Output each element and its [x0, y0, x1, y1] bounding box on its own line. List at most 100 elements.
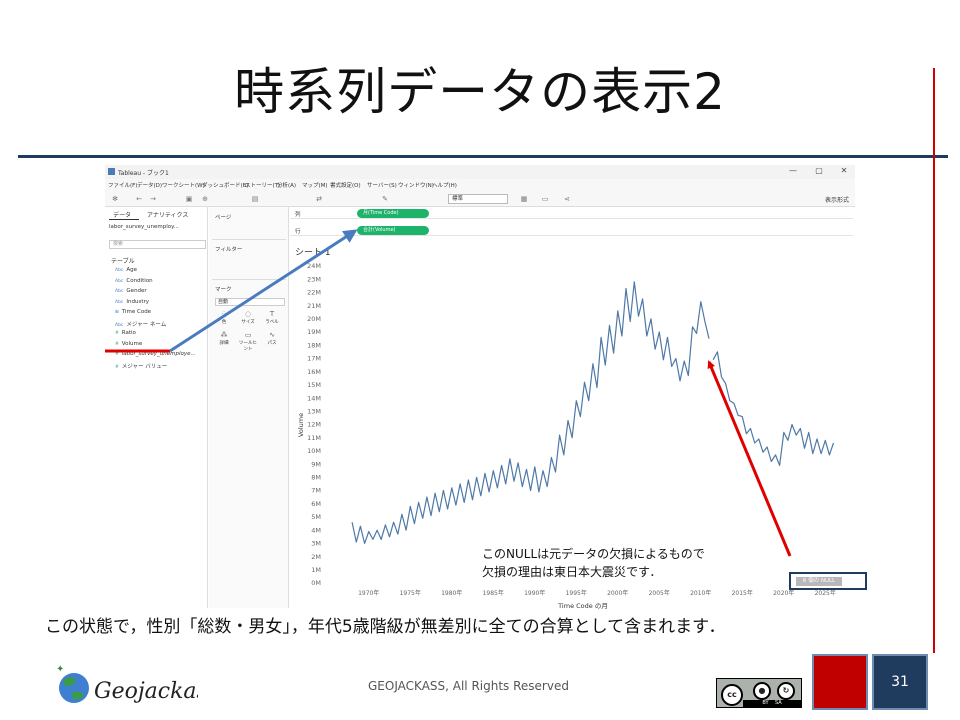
tables-heading: テーブル — [111, 258, 135, 265]
window-titlebar: Tableau - ブック1 — ▢ ✕ — [105, 165, 855, 179]
show-me-button[interactable]: 表示形式 — [825, 195, 849, 204]
mark-button-icon: ◌ — [244, 310, 252, 318]
rows-pill[interactable]: 合計(Volume) — [357, 226, 429, 235]
logo-wordmark: Geojackass — [94, 679, 198, 704]
undo-icon[interactable]: ← — [135, 195, 143, 203]
tab-data[interactable]: データ — [113, 210, 131, 219]
menu-worksheet[interactable]: ワークシート(W) — [162, 181, 205, 189]
redo-icon[interactable]: → — [149, 195, 157, 203]
presentation-icon[interactable]: ▭ — [541, 195, 549, 203]
rows-shelf[interactable]: 行 合計(Volume) — [290, 225, 853, 236]
cards-pane: ページ フィルター マーク 自動 ⁘ 色 ◌ サイズ T ラベル ⁂ 詳細 ▭ ツールヒント ∿ パス — [209, 207, 289, 608]
filters-card-title: フィルター — [215, 247, 243, 253]
dimension-type-icon: ⊞ — [115, 310, 119, 315]
menu-file[interactable]: ファイル(F) — [108, 181, 137, 189]
geojackass-logo: ✦ Geojackass — [48, 658, 219, 714]
field-item[interactable]: # Volume — [115, 341, 142, 347]
field-item[interactable]: Abc メジャー ネーム — [115, 320, 166, 328]
share-icon[interactable]: ⋖ — [563, 195, 571, 203]
footer-copyright: GEOJACKASS, All Rights Reserved — [368, 679, 569, 693]
field-item[interactable]: ⊞ Time Code — [115, 309, 151, 315]
title-divider — [18, 155, 948, 158]
dimension-type-icon: Abc — [115, 268, 124, 273]
dimension-type-icon: Abc — [115, 322, 124, 328]
pages-card-title: ページ — [215, 215, 232, 221]
field-name: Volume — [121, 340, 143, 347]
annotation-line-2: 欠損の理由は東日本大震災です． — [482, 565, 662, 579]
tableau-logo-icon[interactable]: ✻ — [111, 195, 119, 203]
cc-by-sa-badge: cc ● ↻ BY SA — [716, 678, 802, 708]
sheet-title: シート 1 — [295, 248, 331, 258]
tableau-app-icon — [108, 168, 115, 175]
null-indicator-highlight: 6 個の NULL — [789, 572, 867, 590]
mark-button-label: パス — [267, 341, 277, 346]
menu-bar: ファイル(F) データ(D) ワークシート(W) ダッシュボード(B) ストーリ… — [105, 179, 855, 191]
field-name: Industry — [126, 298, 150, 305]
menu-server[interactable]: サーバー(S) — [367, 181, 397, 189]
mark-button-label: 色 — [221, 320, 227, 325]
swap-icon[interactable]: ⇄ — [315, 195, 323, 203]
field-name: Age — [126, 267, 138, 273]
mark-button[interactable]: T ラベル — [261, 310, 283, 327]
data-pane: データ アナリティクス labor_survey_unemploy... 検索 … — [105, 207, 208, 608]
field-item[interactable]: Abc Industry — [115, 299, 149, 305]
menu-data[interactable]: データ(D) — [137, 181, 162, 189]
mark-button[interactable]: ◌ サイズ — [237, 310, 259, 327]
field-item[interactable]: Abc Condition — [115, 278, 153, 284]
menu-story[interactable]: ストーリー(T) — [245, 181, 280, 189]
license-strip: BY SA — [743, 700, 801, 707]
save-icon[interactable]: ▣ — [185, 195, 193, 203]
highlight-icon[interactable]: ✎ — [381, 195, 389, 203]
mark-button[interactable]: ⁂ 詳細 — [213, 331, 235, 348]
minimize-button[interactable]: — — [787, 166, 799, 175]
menu-help[interactable]: ヘルプ(H) — [432, 181, 457, 189]
tab-analytics[interactable]: アナリティクス — [147, 210, 188, 219]
new-datasource-icon[interactable]: ⊕ — [201, 195, 209, 203]
new-sheet-icon[interactable]: ▤ — [251, 195, 259, 203]
annotation-line-1: このNULLは元データの欠損によるもので — [482, 547, 705, 561]
fit-select[interactable]: 標準 — [448, 194, 508, 204]
columns-shelf-label: 列 — [295, 212, 301, 218]
field-item[interactable]: # labor_survey_unemploye... — [115, 351, 196, 357]
show-cards-icon[interactable]: ▦ — [520, 195, 528, 203]
slide-caption: この状態で，性別「総数・男女」，年代5歳階級が無差別に全ての合算として含まれます… — [45, 617, 726, 637]
field-name: メジャー バリュー — [121, 363, 168, 370]
field-item[interactable]: # メジャー バリュー — [115, 362, 167, 370]
field-item[interactable]: Abc Gender — [115, 288, 147, 294]
field-name: Gender — [126, 288, 147, 294]
license-sa-label: SA — [774, 700, 782, 706]
menu-dashboard[interactable]: ダッシュボード(B) — [202, 181, 249, 189]
svg-text:✦: ✦ — [56, 664, 64, 675]
columns-pill[interactable]: 月(Time Code) — [357, 209, 429, 218]
field-search-input[interactable]: 検索 — [109, 240, 206, 249]
close-button[interactable]: ✕ — [838, 166, 850, 175]
mark-button-label: ツールヒント — [239, 341, 257, 352]
columns-shelf[interactable]: 列 月(Time Code) — [290, 208, 853, 219]
null-count-badge[interactable]: 6 個の NULL — [796, 577, 842, 586]
measure-type-icon: # — [115, 331, 119, 336]
mark-button-label: 詳細 — [219, 341, 229, 346]
menu-map[interactable]: マップ(M) — [302, 181, 328, 189]
page-number: 31 — [872, 654, 928, 710]
mark-button-icon: ▭ — [244, 331, 252, 339]
field-name: Ratio — [121, 330, 136, 336]
menu-format[interactable]: 書式設定(O) — [330, 181, 361, 189]
marks-card-title: マーク — [215, 287, 232, 293]
dimension-type-icon: Abc — [115, 278, 124, 284]
field-item[interactable]: # Ratio — [115, 330, 136, 336]
mark-button[interactable]: ▭ ツールヒント — [237, 331, 259, 352]
toolbar: ✻ ← → ▣ ⊕ ▤ ⇄ ✎ 標準 ▦ ▭ ⋖ 表示形式 — [105, 191, 855, 207]
data-source-name[interactable]: labor_survey_unemploy... — [109, 224, 179, 230]
mark-button[interactable]: ⁘ 色 — [213, 310, 235, 327]
field-item[interactable]: Abc Age — [115, 267, 137, 273]
mark-button-icon: ⁘ — [221, 310, 227, 318]
accent-red-square — [812, 654, 868, 710]
mark-button[interactable]: ∿ パス — [261, 331, 283, 348]
by-icon: ● — [753, 682, 771, 700]
vertical-accent-rule — [933, 68, 935, 653]
menu-analysis[interactable]: 分析(A) — [277, 181, 296, 189]
mark-type-select[interactable]: 自動 — [215, 298, 285, 306]
menu-window[interactable]: ウィンドウ(N) — [398, 181, 434, 189]
mark-button-icon: ∿ — [269, 331, 275, 339]
maximize-button[interactable]: ▢ — [813, 166, 825, 175]
